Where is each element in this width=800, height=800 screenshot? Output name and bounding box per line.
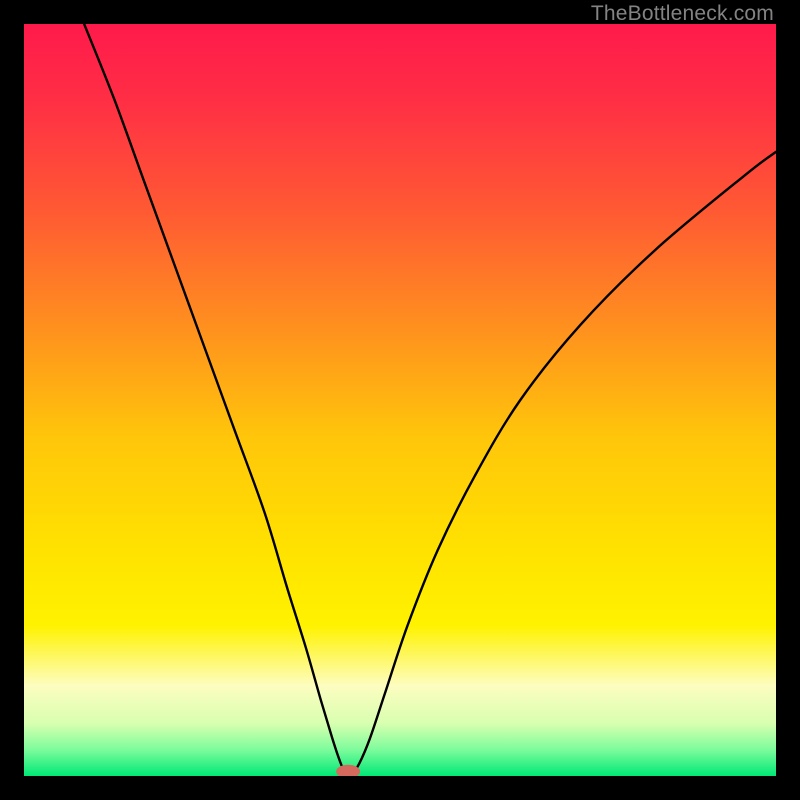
watermark-text: TheBottleneck.com: [591, 2, 774, 26]
chart-frame: [24, 24, 776, 776]
chart-svg: [24, 24, 776, 776]
gradient-background: [24, 24, 776, 776]
